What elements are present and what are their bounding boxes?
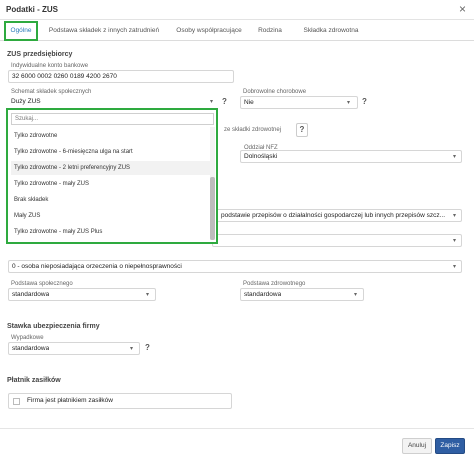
help-icon[interactable]: ? — [145, 343, 150, 352]
accident-label: Wypadkowe — [11, 335, 44, 341]
help-icon[interactable]: ? — [222, 97, 227, 106]
accident-value: standardowa — [12, 345, 50, 352]
voluntary-select[interactable]: Nie ▾ — [240, 96, 358, 109]
dialog-title: Podatki - ZUS — [6, 5, 59, 14]
section-title-rate: Stawka ubezpieczenia firmy — [7, 323, 100, 330]
tab-family[interactable]: Rodzina — [252, 21, 288, 41]
basis-law-select[interactable]: podstawie przepisów o działalności gospo… — [212, 209, 462, 222]
dialog-titlebar: Podatki - ZUS × — [0, 0, 474, 20]
tab-health-contribution[interactable]: Składka zdrowotna — [292, 21, 370, 41]
social-basis-label: Podstawa społecznego — [11, 281, 73, 287]
scheme-dropdown: Szukaj... Tylko zdrowotne Tylko zdrowotn… — [6, 108, 218, 244]
social-basis-value: standardowa — [12, 291, 50, 298]
chevron-down-icon: ▾ — [453, 154, 457, 160]
nfz-select[interactable]: Dolnośląski ▾ — [240, 150, 462, 163]
cancel-button[interactable]: Anuluj — [402, 438, 432, 454]
tab-bar: Ogólne Podstawa składek z innych zatrudn… — [0, 21, 474, 41]
chevron-down-icon: ▾ — [146, 292, 150, 298]
chevron-down-icon: ▾ — [130, 346, 134, 352]
nfz-value: Dolnośląski — [244, 153, 278, 160]
tab-collaborators[interactable]: Osoby współpracujące — [168, 21, 250, 41]
close-icon[interactable]: × — [459, 2, 466, 16]
accident-select[interactable]: standardowa ▾ — [8, 342, 140, 355]
footer-divider — [0, 428, 474, 429]
dropdown-option[interactable]: Tylko zdrowotne — [11, 129, 211, 143]
voluntary-label: Dobrowolne chorobowe — [243, 89, 307, 95]
section-title-zus: ZUS przedsiębiorcy — [7, 51, 73, 58]
dropdown-option-highlighted[interactable]: Tylko zdrowotne - 2 letni preferencyjny … — [11, 161, 211, 175]
dropdown-option[interactable]: Tylko zdrowotne - 6-miesięczna ulga na s… — [11, 145, 211, 159]
tab-other-employment-basis[interactable]: Podstawa składek z innych zatrudnień — [42, 21, 166, 41]
dropdown-option[interactable]: Tylko zdrowotne - mały ZUS Plus — [11, 225, 211, 239]
dropdown-option[interactable]: Mały ZUS — [11, 209, 211, 223]
chevron-down-icon: ▾ — [210, 99, 214, 105]
chevron-down-icon: ▾ — [453, 238, 457, 244]
chevron-down-icon: ▾ — [347, 100, 351, 106]
dropdown-option[interactable]: Tylko zdrowotne - mały ZUS — [11, 177, 211, 191]
payer-checkbox-field[interactable]: Firma jest płatnikiem zasiłków — [8, 393, 232, 409]
chevron-down-icon: ▾ — [453, 264, 457, 270]
chevron-down-icon: ▾ — [453, 213, 457, 219]
account-value: 32 6000 0002 0260 0189 4200 2670 — [12, 73, 117, 80]
health-basis-value: standardowa — [244, 291, 282, 298]
dropdown-search-input[interactable]: Szukaj... — [11, 113, 214, 125]
chevron-down-icon: ▾ — [354, 292, 358, 298]
health-basis-select[interactable]: standardowa ▾ — [240, 288, 364, 301]
dropdown-scrollbar-thumb[interactable] — [210, 177, 215, 240]
scheme-value: Duży ZUS — [11, 98, 41, 105]
payer-checkbox[interactable] — [13, 398, 20, 405]
health-note: ze składki zdrowotnej — [224, 127, 282, 133]
account-label: Indywidualne konto bankowe — [11, 63, 89, 69]
payer-checkbox-label: Firma jest płatnikiem zasiłków — [27, 397, 113, 404]
basis-law-value: podstawie przepisów o działalności gospo… — [221, 212, 446, 219]
dropdown-search-placeholder: Szukaj... — [15, 116, 39, 122]
help-icon[interactable]: ? — [296, 123, 308, 137]
extra-select[interactable]: ▾ — [212, 234, 462, 247]
social-basis-select[interactable]: standardowa ▾ — [8, 288, 156, 301]
help-icon[interactable]: ? — [362, 97, 367, 106]
voluntary-value: Nie — [244, 99, 254, 106]
account-field[interactable]: 32 6000 0002 0260 0189 4200 2670 — [8, 70, 234, 83]
save-button[interactable]: Zapisz — [435, 438, 465, 454]
health-basis-label: Podstawa zdrowotnego — [243, 281, 306, 287]
tab-general[interactable]: Ogólne — [4, 21, 38, 41]
disability-value: 0 - osoba nieposiadająca orzeczenia o ni… — [12, 263, 182, 270]
section-title-payer: Płatnik zasiłków — [7, 377, 61, 384]
dropdown-option[interactable]: Brak składek — [11, 193, 211, 207]
disability-select[interactable]: 0 - osoba nieposiadająca orzeczenia o ni… — [8, 260, 462, 273]
scheme-label: Schemat składek społecznych — [11, 89, 92, 95]
